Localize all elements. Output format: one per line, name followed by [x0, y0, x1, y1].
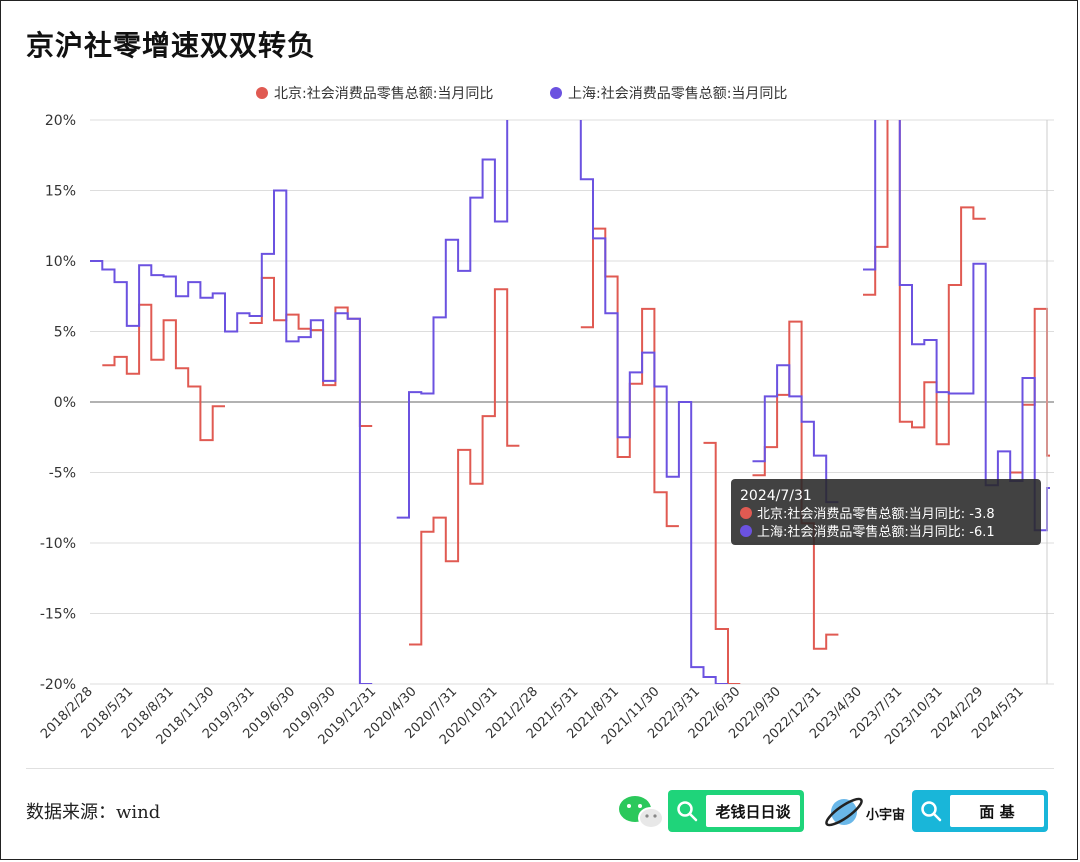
y-tick-label: -15% [40, 607, 76, 623]
tooltip-marker-beijing [740, 507, 752, 519]
y-tick-label: 20% [45, 113, 76, 129]
y-axis: -20% -15% -10% -5% 0% 5% 10% 15% 20% [40, 113, 76, 693]
series-layer [90, 120, 1050, 684]
search-icon [912, 792, 950, 830]
tooltip-line-beijing: 北京:社会消费品零售总额:当月同比: -3.8 [757, 506, 995, 522]
badge-mianji-label: 面 基 [950, 795, 1044, 827]
tooltip-marker-shanghai [740, 525, 752, 537]
search-icon [668, 792, 706, 830]
badge-mianji[interactable]: 面 基 [912, 790, 1048, 832]
legend: 北京:社会消费品零售总额:当月同比 上海:社会消费品零售总额:当月同比 [256, 86, 787, 102]
y-tick-label: 15% [45, 184, 76, 200]
wechat-icon [619, 796, 664, 829]
badge-laoqian-label: 老钱日日谈 [706, 795, 800, 827]
grid [90, 119, 1054, 685]
badge-laoqian[interactable]: 老钱日日谈 [668, 790, 804, 832]
planet-label: 小宇宙 [866, 808, 906, 823]
y-tick-label: -20% [40, 677, 76, 693]
chart-canvas: 北京:社会消费品零售总额:当月同比 上海:社会消费品零售总额:当月同比 -20%… [38, 86, 1054, 748]
legend-marker-beijing [256, 87, 268, 99]
tooltip-line-shanghai: 上海:社会消费品零售总额:当月同比: -6.1 [757, 524, 995, 540]
tooltip-date: 2024/7/31 [740, 488, 812, 504]
y-tick-label: 0% [54, 395, 76, 411]
y-tick-label: 5% [54, 325, 76, 341]
legend-label-shanghai: 上海:社会消费品零售总额:当月同比 [568, 86, 787, 102]
planet-icon [825, 797, 863, 827]
tooltip: 2024/7/31 北京:社会消费品零售总额:当月同比: -3.8 上海:社会消… [731, 479, 1041, 545]
footer-divider [26, 768, 1054, 769]
series-line-shanghai [90, 120, 1050, 684]
data-source: 数据来源：wind [26, 802, 161, 823]
legend-marker-shanghai [550, 87, 562, 99]
y-tick-label: -10% [40, 536, 76, 552]
x-axis: 2018/2/282018/5/312018/8/312018/11/30201… [38, 684, 1027, 748]
y-tick-label: 10% [45, 254, 76, 270]
legend-label-beijing: 北京:社会消费品零售总额:当月同比 [274, 86, 493, 102]
series-line-beijing [102, 120, 1050, 684]
y-tick-label: -5% [49, 466, 76, 482]
